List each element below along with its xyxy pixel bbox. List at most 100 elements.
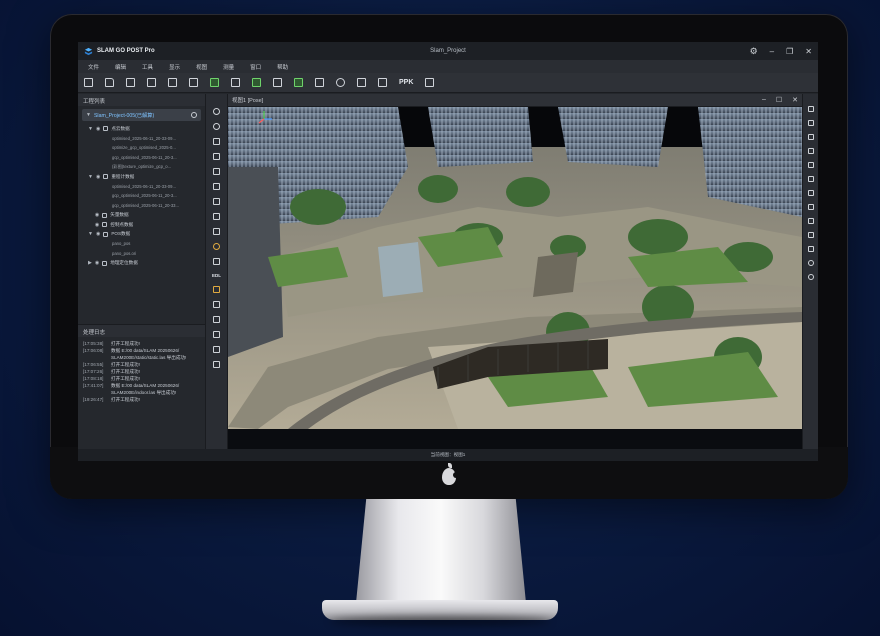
log-entry: [17:41:07] 数据 E:/00 data/SLAM 20250626/ S… (83, 382, 200, 396)
point-cloud-viewport[interactable] (228, 107, 802, 449)
viewport-maximize-button[interactable]: ☐ (776, 96, 782, 104)
menu-help[interactable]: 帮助 (277, 63, 288, 71)
expand-triangle-icon[interactable]: ▼ (86, 112, 91, 118)
info-icon[interactable] (191, 112, 197, 118)
tree-item[interactable]: optimised_2025-06-11_20-33-09... (78, 134, 205, 144)
box-icon[interactable] (807, 232, 814, 238)
check-icon[interactable] (294, 78, 303, 87)
plus-icon[interactable] (807, 260, 814, 266)
log-entry: [17:06:55] 打开工程成功! (83, 361, 200, 368)
fit-view-icon[interactable] (213, 153, 220, 160)
scan-icon[interactable] (252, 78, 261, 87)
angle-icon[interactable] (213, 331, 220, 338)
front-view-icon[interactable] (807, 120, 814, 126)
layer-icon[interactable] (189, 78, 198, 87)
eye-icon[interactable]: ◉ (96, 174, 100, 180)
palette-icon[interactable] (213, 286, 220, 293)
settings-icon[interactable]: ⚙ (750, 46, 758, 57)
tree-item[interactable]: pano_pos.ori (78, 249, 205, 259)
log-message: 打开工程成功! (111, 397, 140, 402)
tree-item-pos[interactable]: ▼ ◉ POS数据 (78, 230, 205, 240)
tree-item[interactable]: gcp_optimised_2025-06-11_20-3... (78, 191, 205, 201)
window-controls: ⚙ – ❐ ✕ (750, 46, 812, 57)
bottom-view-icon[interactable] (807, 176, 814, 182)
tree-item-odometry[interactable]: ▼ ◉ 重程计数据 (78, 172, 205, 182)
area-icon[interactable] (213, 346, 220, 353)
tree-item[interactable]: optimised_2025-06-11_20-33-09... (78, 182, 205, 192)
close-button[interactable]: ✕ (805, 47, 812, 56)
maximize-button[interactable]: ❐ (786, 47, 793, 56)
frame-icon[interactable] (213, 168, 220, 175)
filter-icon[interactable] (213, 228, 220, 235)
expand-triangle-icon[interactable]: ▼ (88, 174, 93, 180)
section-icon[interactable] (213, 213, 220, 220)
ppk-button[interactable]: PPK (399, 79, 413, 86)
tree-item-vector[interactable]: ▶ ◉ 矢量数据 (78, 210, 205, 220)
log-entry: [17:06:08] 数据 E:/00 data/SLAM 20250626/ S… (83, 347, 200, 361)
project-root[interactable]: ▼ Slam_Project-005(已解算) (82, 109, 201, 121)
import-icon[interactable] (126, 78, 135, 87)
eye-icon[interactable]: ◉ (95, 222, 99, 228)
clipboard-icon[interactable] (425, 78, 435, 87)
log-time: [17:05:38] (83, 341, 104, 346)
expand-triangle-icon[interactable]: ▼ (88, 231, 93, 237)
expand-triangle-icon[interactable]: ▼ (88, 126, 93, 132)
zoom-out-icon[interactable] (213, 123, 220, 130)
side-view-icon[interactable] (213, 198, 220, 205)
pan-hand-icon[interactable] (213, 138, 220, 145)
tree-item-georeference[interactable]: ▶ ◉ 地理定位数据 (78, 258, 205, 268)
tree-item[interactable]: optimize_gcp_optimised_2025-0... (78, 143, 205, 153)
chart-icon[interactable] (210, 78, 219, 87)
view-cube-icon[interactable] (807, 106, 814, 112)
volume-icon[interactable] (213, 361, 220, 368)
tree-item[interactable]: (彩图)texture_optimize_gcp_o... (78, 162, 205, 172)
eye-icon[interactable]: ◉ (95, 260, 99, 266)
walk-icon[interactable] (336, 78, 345, 87)
top-view-icon[interactable] (213, 183, 220, 190)
new-file-icon[interactable] (84, 78, 93, 87)
tree-item-control-points[interactable]: ▶ ◉ 控制点数据 (78, 220, 205, 230)
eye-icon[interactable]: ◉ (96, 231, 100, 237)
color-icon[interactable] (213, 243, 220, 250)
layers-icon[interactable] (807, 218, 814, 224)
open-folder-icon[interactable] (105, 78, 114, 87)
menu-edit[interactable]: 编辑 (115, 63, 126, 71)
eye-icon[interactable]: ◉ (96, 126, 100, 132)
screenshot-icon[interactable] (807, 246, 814, 252)
grid-icon[interactable] (273, 78, 282, 87)
left-view-icon[interactable] (807, 148, 814, 154)
iso-view-icon[interactable] (807, 190, 814, 196)
measure-icon[interactable] (213, 316, 220, 323)
zoom-in-icon[interactable] (213, 108, 220, 115)
menu-view[interactable]: 视图 (196, 63, 207, 71)
tree-item[interactable]: pano_pos (78, 239, 205, 249)
menu-file[interactable]: 文件 (88, 63, 99, 71)
axis-icon[interactable] (231, 78, 240, 87)
minus-icon[interactable] (807, 274, 814, 280)
viewport-minimize-button[interactable]: – (762, 96, 766, 104)
camera-icon[interactable] (378, 78, 387, 87)
eye-icon[interactable]: ◉ (95, 212, 99, 218)
right-view-icon[interactable] (807, 162, 814, 168)
select-icon[interactable] (213, 301, 220, 308)
tree-item-pointcloud[interactable]: ▼ ◉ 点云数据 (78, 124, 205, 134)
hand-icon[interactable] (357, 78, 366, 87)
monitor-stand (356, 499, 526, 603)
back-view-icon[interactable] (807, 134, 814, 140)
tree-item[interactable]: gcp_optimised_2025-06-11_20-3... (78, 153, 205, 163)
export-icon[interactable] (168, 78, 177, 87)
render-icon[interactable] (213, 258, 220, 265)
menu-window[interactable]: 窗口 (250, 63, 261, 71)
viewport-close-button[interactable]: ✕ (792, 96, 798, 104)
minimize-button[interactable]: – (770, 47, 774, 56)
menu-display[interactable]: 显示 (169, 63, 180, 71)
clip-icon[interactable] (807, 204, 814, 210)
tree-item-label: optimised_2025-06-11_20-33-09... (112, 183, 176, 189)
menu-tools[interactable]: 工具 (142, 63, 153, 71)
tree-item[interactable]: gcp_optimised_2025-06-11_20-33... (78, 201, 205, 211)
edl-button[interactable]: EDL (212, 273, 221, 278)
menu-measure[interactable]: 测量 (223, 63, 234, 71)
car-icon[interactable] (315, 78, 324, 87)
save-icon[interactable] (147, 78, 156, 87)
expand-triangle-icon[interactable]: ▶ (88, 260, 92, 266)
